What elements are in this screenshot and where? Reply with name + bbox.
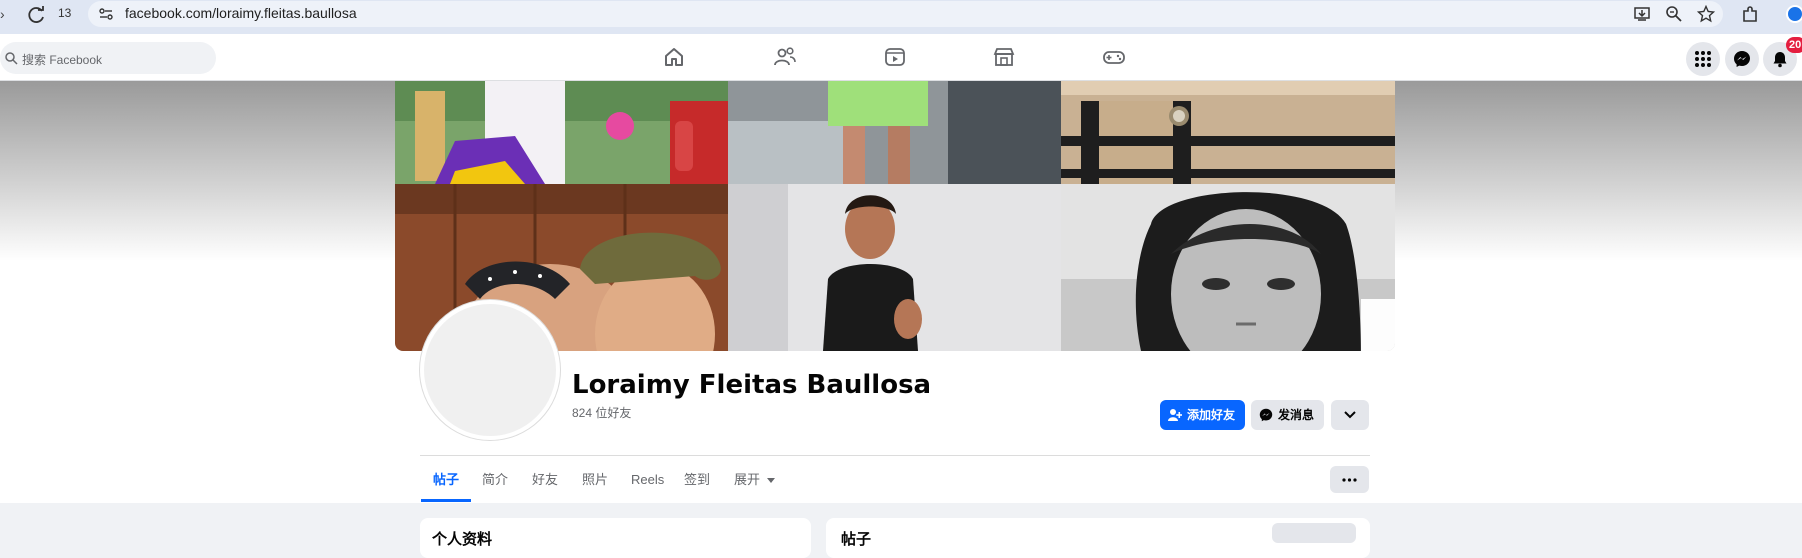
- search-placeholder: 搜索 Facebook: [22, 53, 103, 67]
- posts-card-title: 帖子: [841, 531, 872, 548]
- search-input[interactable]: 搜索 Facebook: [0, 42, 216, 74]
- zoom-icon[interactable]: [1665, 5, 1683, 23]
- site-settings-icon[interactable]: [98, 6, 114, 22]
- extensions-icon[interactable]: [1740, 5, 1760, 25]
- tab-checkins[interactable]: 签到: [684, 458, 710, 502]
- intro-card-title: 个人资料: [432, 531, 493, 548]
- gaming-icon[interactable]: [1101, 44, 1127, 70]
- home-icon[interactable]: [661, 44, 687, 70]
- tab-friends[interactable]: 好友: [532, 458, 558, 502]
- messenger-icon: [1259, 408, 1273, 422]
- tab-count[interactable]: 13: [58, 6, 71, 20]
- ellipsis-icon: [1342, 478, 1357, 482]
- tab-label: 照片: [582, 472, 609, 487]
- tab-about[interactable]: 简介: [482, 458, 508, 502]
- profile-tabs: 帖子 简介 好友 照片 Reels 签到 展开: [420, 458, 1370, 502]
- tab-label: 展开: [734, 472, 761, 487]
- friends-icon[interactable]: [772, 44, 798, 70]
- caret-down-icon: [766, 478, 775, 483]
- tab-label: Reels: [631, 472, 665, 487]
- cover-tile-portrait: [1061, 184, 1395, 351]
- facebook-top-nav: 搜索 Facebook: [0, 34, 1802, 81]
- cover-photo[interactable]: [395, 81, 1395, 351]
- tab-label: 简介: [482, 472, 509, 487]
- install-app-icon[interactable]: [1633, 5, 1651, 23]
- add-friend-label: 添加好友: [1187, 408, 1236, 422]
- messenger-button[interactable]: [1725, 42, 1759, 76]
- reload-icon[interactable]: [26, 4, 48, 26]
- tab-photos[interactable]: 照片: [582, 458, 608, 502]
- message-button[interactable]: 发消息: [1251, 400, 1324, 430]
- cover-tile-boy: [728, 184, 1061, 351]
- tab-label: 签到: [684, 472, 711, 487]
- friend-count[interactable]: 824 位好友: [572, 404, 631, 421]
- bell-icon: [1773, 52, 1787, 68]
- profile-avatar[interactable]: [420, 300, 560, 440]
- video-icon[interactable]: [882, 44, 908, 70]
- marketplace-icon[interactable]: [991, 44, 1017, 70]
- tabs-overflow-button[interactable]: [1330, 466, 1369, 493]
- more-actions-button[interactable]: [1331, 400, 1369, 430]
- cover-tile-knit: [1061, 81, 1395, 184]
- add-friend-button[interactable]: 添加好友: [1160, 400, 1245, 430]
- address-bar[interactable]: facebook.com/loraimy.fleitas.baullosa: [88, 1, 1723, 27]
- add-friend-icon: [1168, 409, 1182, 421]
- profile-avatar-icon[interactable]: [1786, 5, 1802, 23]
- profile-name: Loraimy Fleitas Baullosa: [572, 370, 932, 400]
- chevron-down-icon: [1344, 411, 1356, 419]
- search-icon: [5, 52, 18, 65]
- cover-tile-street: [728, 81, 1061, 184]
- forward-icon[interactable]: ›: [0, 6, 10, 26]
- tab-more[interactable]: 展开: [734, 458, 775, 502]
- header-divider: [420, 455, 1370, 456]
- tab-label: 好友: [532, 472, 559, 487]
- tab-label: 帖子: [433, 472, 460, 487]
- message-label: 发消息: [1278, 408, 1315, 422]
- grid-icon: [1695, 51, 1711, 67]
- notification-badge: 20: [1786, 37, 1802, 53]
- tab-reels[interactable]: Reels: [631, 458, 664, 502]
- browser-toolbar: › 13 facebook.com/loraimy.fleitas.baullo…: [0, 0, 1802, 34]
- active-tab-indicator: [421, 499, 472, 502]
- tab-posts[interactable]: 帖子: [421, 458, 472, 502]
- intro-card: 个人资料: [420, 518, 811, 558]
- messenger-icon: [1734, 51, 1750, 67]
- filters-button[interactable]: [1272, 523, 1356, 543]
- cover-tile-party: [395, 81, 728, 184]
- bookmark-star-icon[interactable]: [1697, 5, 1715, 23]
- url-text[interactable]: facebook.com/loraimy.fleitas.baullosa: [125, 5, 357, 21]
- menu-grid-button[interactable]: [1686, 42, 1720, 76]
